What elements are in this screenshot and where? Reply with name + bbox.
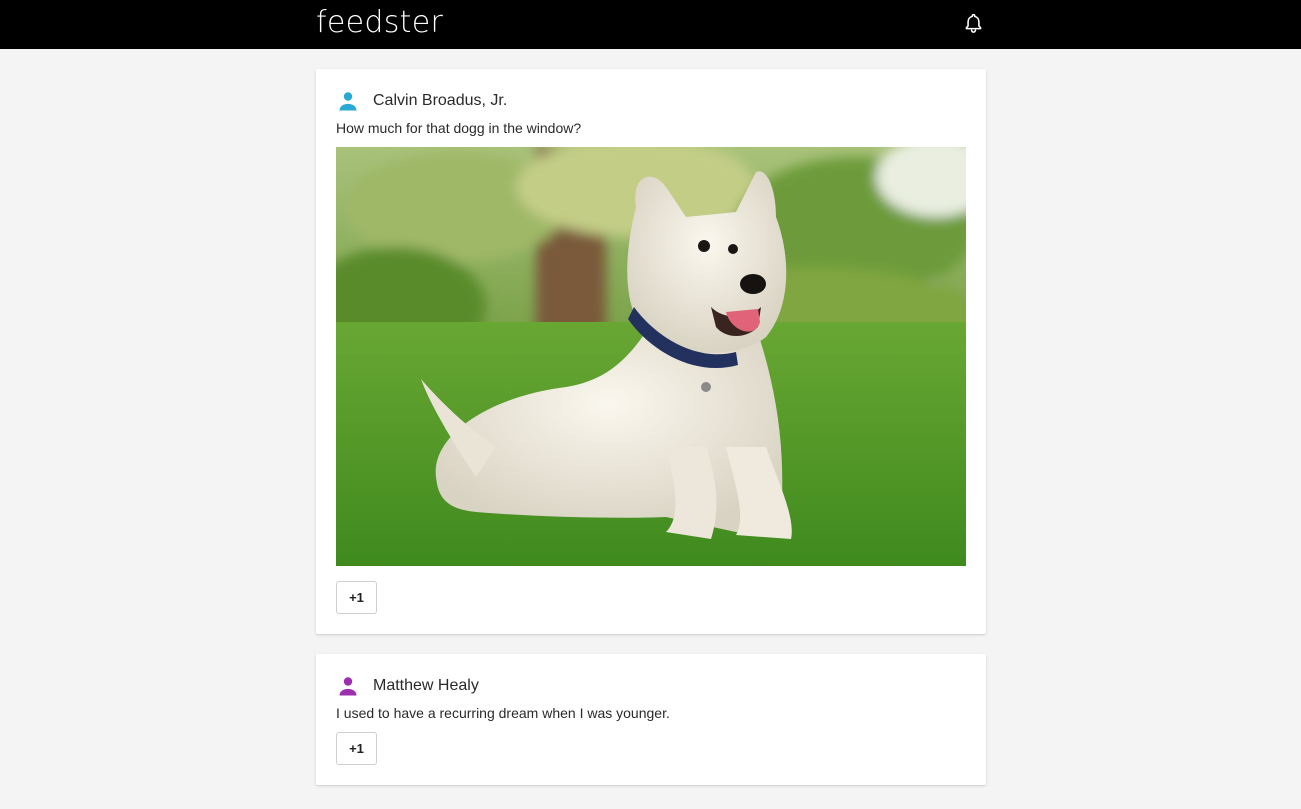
top-navigation-bar: feedster [0,0,1301,49]
post-header: Matthew Healy [336,674,966,698]
post-card: Matthew Healy I used to have a recurring… [316,654,986,785]
post-text: How much for that dogg in the window? [336,120,582,136]
post-author[interactable]: Calvin Broadus, Jr. [373,92,507,110]
user-icon [339,677,357,696]
post-image [336,147,966,566]
post-author[interactable]: Matthew Healy [373,677,479,695]
plus-one-button[interactable]: +1 [336,732,377,765]
post-card: Calvin Broadus, Jr. How much for that do… [316,69,986,634]
post-text: I used to have a recurring dream when I … [336,705,670,721]
app-logo[interactable]: feedster [316,4,443,42]
bell-icon[interactable] [963,12,984,34]
user-icon [339,92,357,111]
plus-one-button[interactable]: +1 [336,581,377,614]
post-feed: Calvin Broadus, Jr. How much for that do… [316,69,986,805]
post-header: Calvin Broadus, Jr. [336,89,966,113]
